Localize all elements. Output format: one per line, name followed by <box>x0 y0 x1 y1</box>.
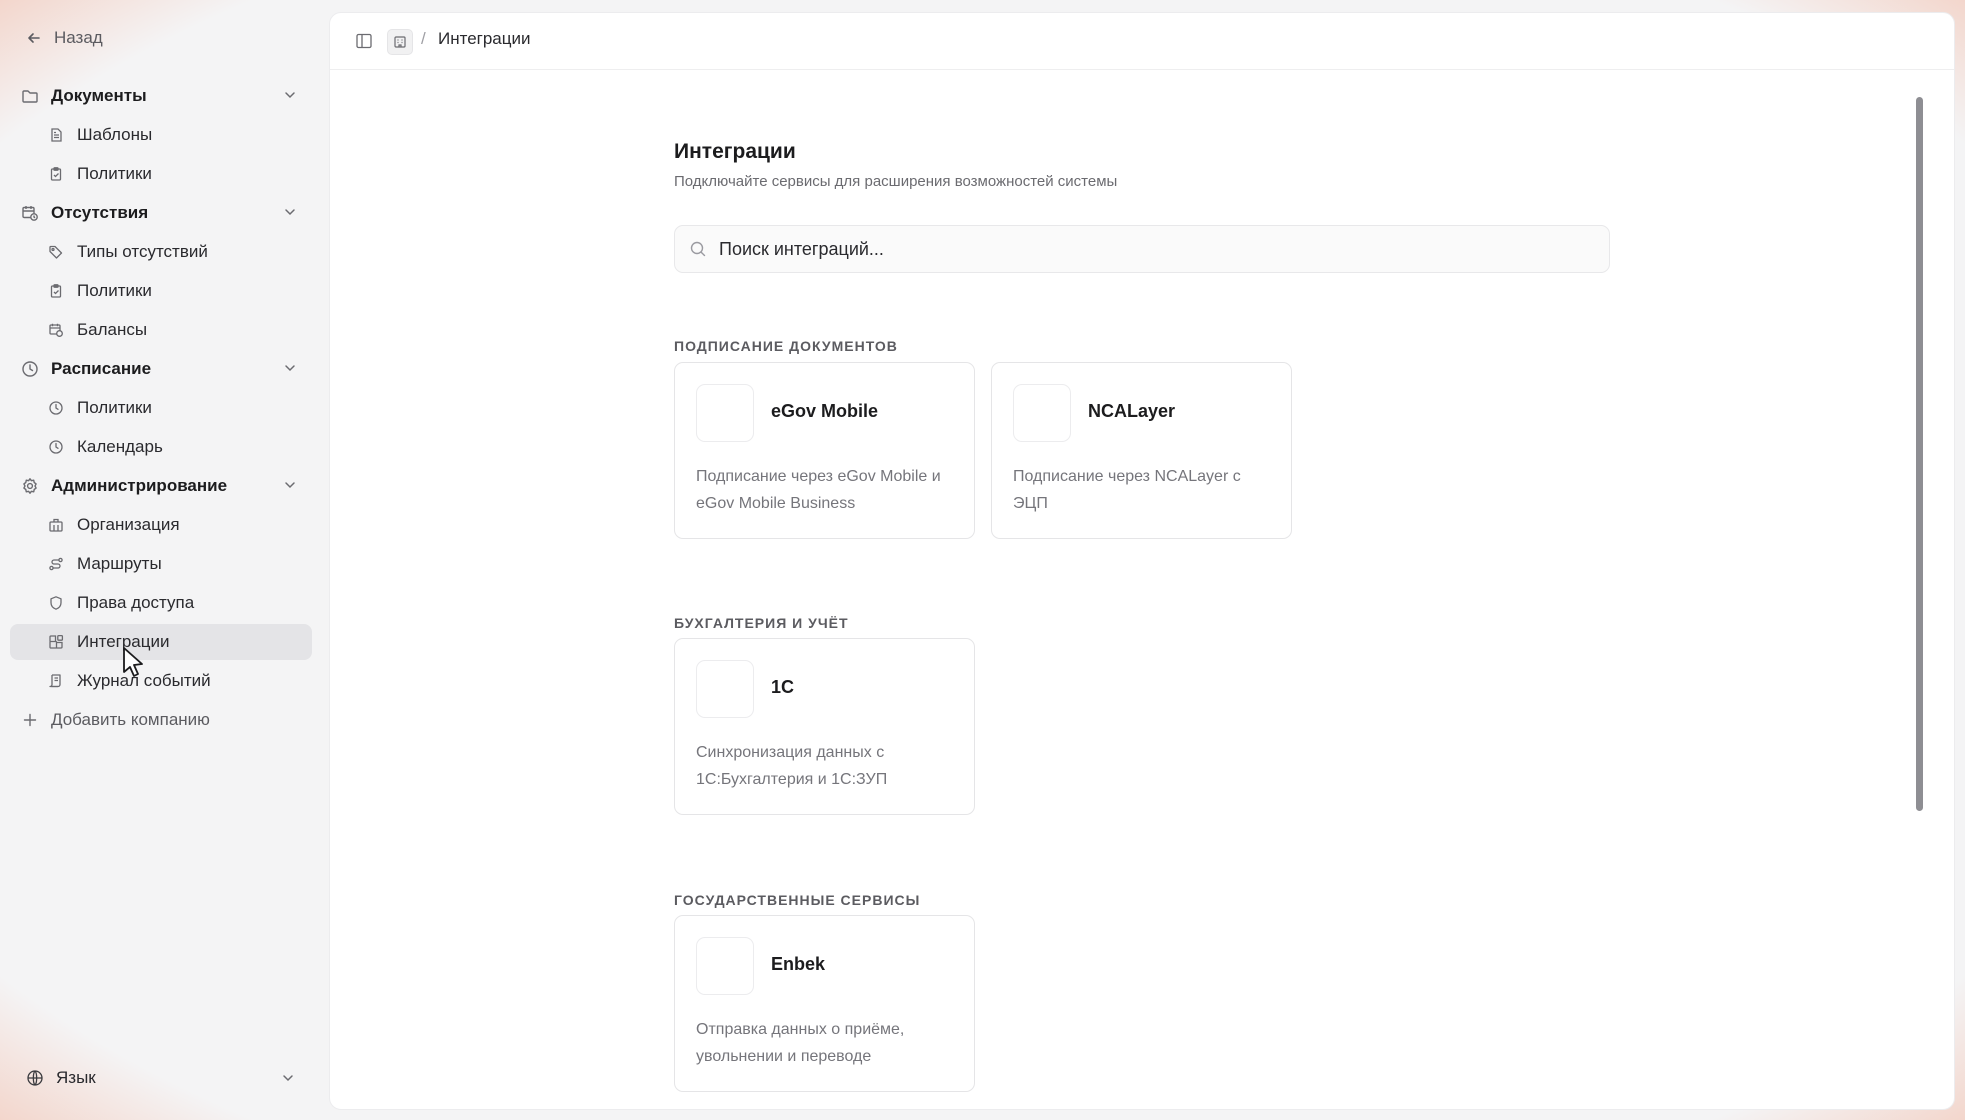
search-box[interactable] <box>674 225 1610 273</box>
integration-description: Подписание через eGov Mobile и eGov Mobi… <box>696 468 941 512</box>
integration-logo <box>696 660 754 718</box>
integration-card-enbek[interactable]: Enbek Отправка данных о приёме, увольнен… <box>674 915 975 1092</box>
mouse-cursor-icon <box>120 646 148 680</box>
plus-icon <box>21 711 39 729</box>
integration-card-ncalayer[interactable]: NCALayer Подписание через NCALayer с ЭЦП <box>991 362 1292 539</box>
blocks-icon <box>47 633 65 651</box>
globe-icon <box>26 1069 44 1087</box>
sidebar: Назад Документы Шаблоны Политики Отсутст… <box>0 0 328 1120</box>
integration-name: eGov Mobile <box>771 401 879 421</box>
sidebar-item-routes[interactable]: Маршруты <box>10 546 312 582</box>
sidebar-item-label: Балансы <box>77 320 148 339</box>
add-company-button[interactable]: Добавить компанию <box>10 702 312 738</box>
sidebar-item-event-log[interactable]: Журнал событий <box>10 663 312 699</box>
sidebar-toggle-button[interactable] <box>352 29 376 53</box>
folder-icon <box>21 87 39 105</box>
clock-icon <box>21 360 39 378</box>
page-title: Интеграции <box>674 140 796 163</box>
file-text-icon <box>47 126 65 144</box>
sidebar-item-label: Организация <box>77 515 180 534</box>
sidebar-item-absence-policies[interactable]: Политики <box>10 273 312 309</box>
sidebar-section-label: Расписание <box>51 359 152 378</box>
integration-description: Синхронизация данных с 1С:Бухгалтерия и … <box>696 744 888 788</box>
integration-description: Подписание через NCALayer с ЭЦП <box>1013 468 1241 512</box>
sidebar-section-documents[interactable]: Документы <box>10 78 312 114</box>
sidebar-section-administration[interactable]: Администрирование <box>10 468 312 504</box>
sidebar-section-schedule[interactable]: Расписание <box>10 351 312 387</box>
building-icon <box>47 516 65 534</box>
scrollbar-thumb[interactable] <box>1916 97 1923 811</box>
sidebar-item-schedule-policies[interactable]: Политики <box>10 390 312 426</box>
back-button[interactable]: Назад <box>26 26 103 50</box>
breadcrumb-separator: / <box>421 29 426 48</box>
clock-icon <box>47 438 65 456</box>
sidebar-section-label: Отсутствия <box>51 203 149 222</box>
scroll-icon <box>47 672 65 690</box>
integration-name: NCALayer <box>1088 401 1176 421</box>
chevron-down-icon <box>280 1070 296 1086</box>
sidebar-item-access-rights[interactable]: Права доступа <box>10 585 312 621</box>
shield-icon <box>47 594 65 612</box>
sidebar-item-label: Политики <box>77 164 152 183</box>
panel-left-icon <box>355 32 373 50</box>
sidebar-item-label: Типы отсутствий <box>77 242 208 261</box>
sidebar-item-document-policies[interactable]: Политики <box>10 156 312 192</box>
sidebar-item-calendar[interactable]: Календарь <box>10 429 312 465</box>
calendar-clock-icon <box>47 321 65 339</box>
calendar-clock-icon <box>21 204 39 222</box>
sidebar-item-label: Календарь <box>77 437 163 456</box>
integration-logo <box>696 937 754 995</box>
app-window: Назад Документы Шаблоны Политики Отсутст… <box>0 0 1965 1120</box>
integration-description: Отправка данных о приёме, увольнении и п… <box>696 1021 905 1065</box>
company-button[interactable] <box>387 29 413 55</box>
sidebar-item-organization[interactable]: Организация <box>10 507 312 543</box>
category-title-government: ГОСУДАРСТВЕННЫЕ СЕРВИСЫ <box>674 892 921 908</box>
gear-icon <box>21 477 39 495</box>
integration-name: 1С <box>771 677 795 697</box>
sidebar-item-absence-types[interactable]: Типы отсутствий <box>10 234 312 270</box>
sidebar-item-label: Маршруты <box>77 554 162 573</box>
integration-logo <box>696 384 754 442</box>
sidebar-section-absences[interactable]: Отсутствия <box>10 195 312 231</box>
sidebar-section-label: Документы <box>51 86 147 105</box>
sidebar-section-label: Администрирование <box>51 476 228 495</box>
page-subtitle: Подключайте сервисы для расширения возмо… <box>674 173 1118 190</box>
sidebar-item-label: Политики <box>77 281 152 300</box>
tags-icon <box>47 243 65 261</box>
sidebar-item-templates[interactable]: Шаблоны <box>10 117 312 153</box>
language-label: Язык <box>56 1068 96 1087</box>
clipboard-check-icon <box>47 282 65 300</box>
integration-logo <box>1013 384 1071 442</box>
back-label: Назад <box>54 28 103 47</box>
sidebar-item-label: Шаблоны <box>77 125 153 144</box>
building-icon <box>393 35 407 49</box>
integration-name: Enbek <box>771 954 826 974</box>
topbar: / Интеграции <box>330 13 1954 70</box>
arrow-left-icon <box>26 30 42 46</box>
main-panel: / Интеграции Интеграции Подключайте серв… <box>329 12 1955 1110</box>
route-icon <box>47 555 65 573</box>
sidebar-item-integrations[interactable]: Интеграции <box>10 624 312 660</box>
chevron-down-icon[interactable] <box>282 87 298 103</box>
sidebar-nav: Документы Шаблоны Политики Отсутствия Ти… <box>10 78 312 741</box>
integration-card-egov-mobile[interactable]: eGov Mobile Подписание через eGov Mobile… <box>674 362 975 539</box>
chevron-down-icon[interactable] <box>282 360 298 376</box>
search-icon <box>689 240 707 258</box>
breadcrumb-current: Интеграции <box>438 29 531 48</box>
integration-card-1c[interactable]: 1С Синхронизация данных с 1С:Бухгалтерия… <box>674 638 975 815</box>
chevron-down-icon[interactable] <box>282 204 298 220</box>
category-title-signing: ПОДПИСАНИЕ ДОКУМЕНТОВ <box>674 338 898 354</box>
sidebar-item-balances[interactable]: Балансы <box>10 312 312 348</box>
language-selector[interactable]: Язык <box>26 1066 296 1090</box>
sidebar-item-label: Политики <box>77 398 152 417</box>
search-input[interactable] <box>719 238 1579 260</box>
clock-icon <box>47 399 65 417</box>
category-title-accounting: БУХГАЛТЕРИЯ И УЧЁТ <box>674 615 849 631</box>
add-company-label: Добавить компанию <box>51 710 210 729</box>
sidebar-item-label: Права доступа <box>77 593 195 612</box>
chevron-down-icon[interactable] <box>282 477 298 493</box>
clipboard-check-icon <box>47 165 65 183</box>
